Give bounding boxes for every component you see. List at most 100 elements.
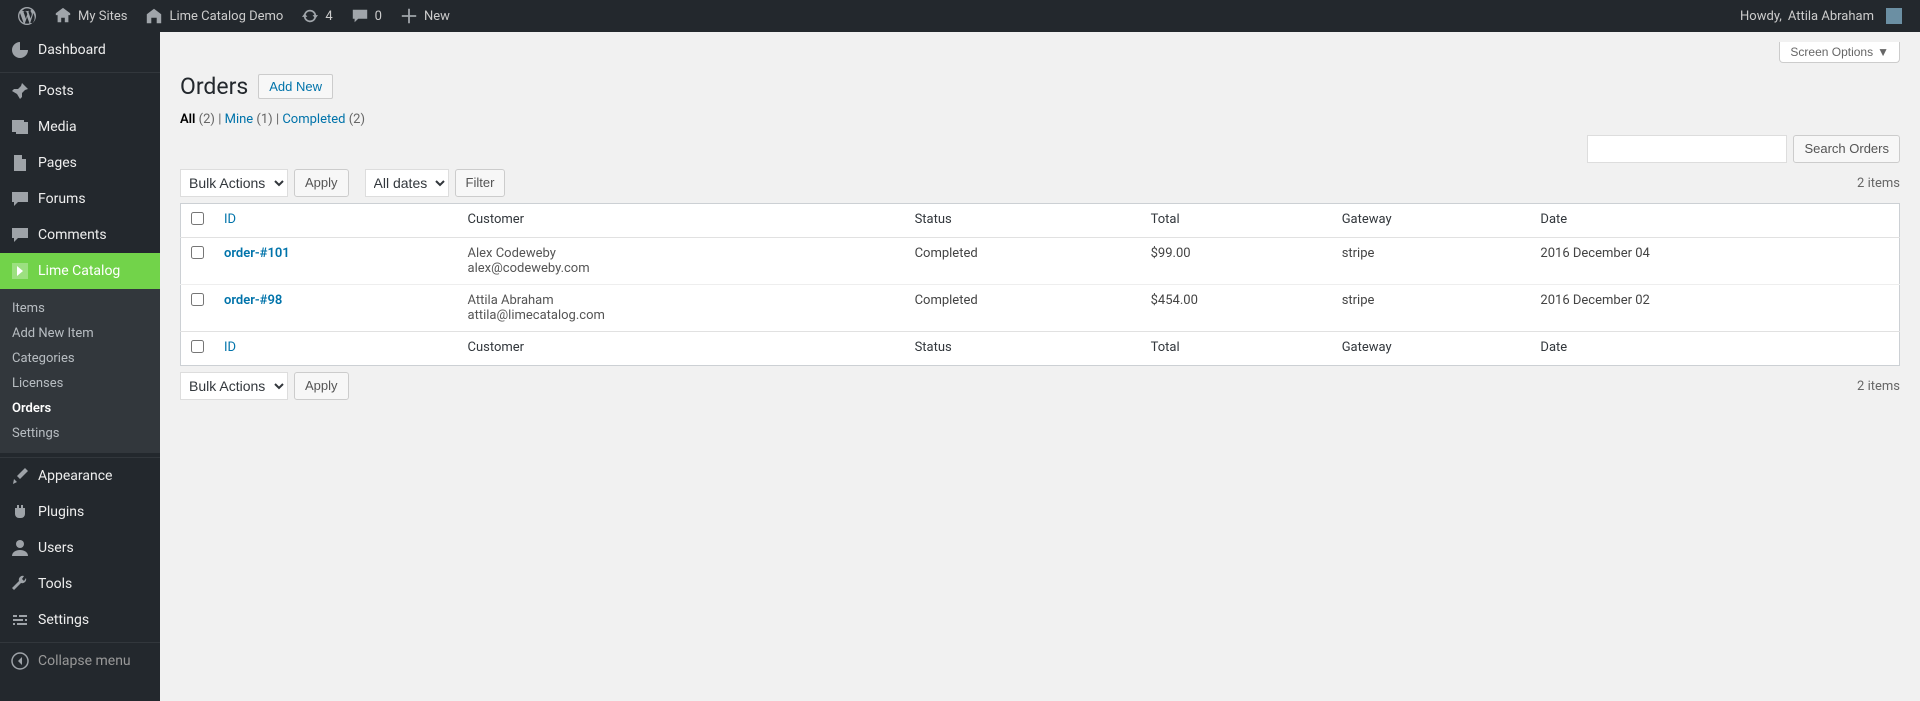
customer-email: alex@codeweby.com	[468, 261, 895, 276]
howdy-link[interactable]: Howdy, Attila Abraham	[1732, 0, 1910, 32]
sidebar-label: Tools	[38, 576, 72, 592]
heading-row: Orders Add New	[180, 73, 1900, 100]
col-id-link[interactable]: ID	[224, 340, 236, 355]
col-id[interactable]: ID	[214, 204, 458, 238]
col-status: Status	[905, 332, 1141, 366]
new-label: New	[424, 9, 450, 24]
col-id-link[interactable]: ID	[224, 212, 236, 227]
submenu-add-new-item[interactable]: Add New Item	[0, 321, 160, 346]
search-button[interactable]: Search Orders	[1793, 135, 1900, 163]
cell-date: 2016 December 02	[1530, 285, 1899, 332]
sidebar-item-settings[interactable]: Settings	[0, 602, 160, 638]
sidebar-item-tools[interactable]: Tools	[0, 566, 160, 602]
sidebar-label: Plugins	[38, 504, 84, 520]
sidebar-item-media[interactable]: Media	[0, 109, 160, 145]
updates-link[interactable]: 4	[293, 0, 340, 32]
sidebar-label: Pages	[38, 155, 77, 171]
avatar	[1886, 8, 1902, 24]
screen-options-row: Screen Options ▼	[180, 42, 1900, 63]
sidebar-label: Posts	[38, 83, 74, 99]
filter-mine[interactable]: Mine	[225, 112, 254, 127]
apply-button-bottom[interactable]: Apply	[294, 372, 349, 400]
tablenav-bottom-left: Bulk Actions Apply	[180, 372, 349, 400]
sidebar-item-plugins[interactable]: Plugins	[0, 494, 160, 530]
sidebar-item-users[interactable]: Users	[0, 530, 160, 566]
screen-options-button[interactable]: Screen Options ▼	[1779, 42, 1900, 63]
refresh-icon	[301, 7, 319, 25]
sidebar-item-forums[interactable]: Forums	[0, 181, 160, 217]
new-link[interactable]: New	[392, 0, 458, 32]
bulk-actions-select-top[interactable]: Bulk Actions	[180, 169, 288, 197]
search-input[interactable]	[1587, 135, 1787, 163]
col-date: Date	[1530, 204, 1899, 238]
content: Screen Options ▼ Orders Add New All (2) …	[160, 32, 1920, 426]
chevron-down-icon: ▼	[1877, 45, 1889, 59]
submenu-categories[interactable]: Categories	[0, 346, 160, 371]
sidebar-item-posts[interactable]: Posts	[0, 73, 160, 109]
tablenav-top: Bulk Actions Apply All dates Filter 2 it…	[180, 169, 1900, 197]
row-check-cell	[181, 285, 215, 332]
my-sites-link[interactable]: My Sites	[46, 0, 135, 32]
sidebar-item-collapse[interactable]: Collapse menu	[0, 643, 160, 679]
user-icon	[10, 538, 30, 558]
items-count-top: 2 items	[1857, 176, 1900, 191]
sidebar-label: Appearance	[38, 468, 112, 484]
order-id-link[interactable]: order-#98	[224, 293, 282, 308]
select-all-checkbox[interactable]	[191, 212, 204, 225]
row-checkbox[interactable]	[191, 293, 204, 306]
table-footer-row: ID Customer Status Total Gateway Date	[181, 332, 1900, 366]
cell-customer: Attila Abrahamattila@limecatalog.com	[458, 285, 905, 332]
comments-count: 0	[375, 9, 382, 24]
admin-bar: My Sites Lime Catalog Demo 4 0 New Howdy…	[0, 0, 1920, 32]
wrench-icon	[10, 574, 30, 594]
sidebar-item-appearance[interactable]: Appearance	[0, 458, 160, 494]
comments-link[interactable]: 0	[343, 0, 390, 32]
table-foot: ID Customer Status Total Gateway Date	[181, 332, 1900, 366]
wp-logo[interactable]	[10, 0, 44, 32]
media-icon	[10, 117, 30, 137]
cell-date: 2016 December 04	[1530, 238, 1899, 285]
filter-button[interactable]: Filter	[455, 169, 506, 197]
row-checkbox[interactable]	[191, 246, 204, 259]
sidebar-item-lime-catalog[interactable]: Lime Catalog	[0, 253, 160, 289]
cell-total: $454.00	[1141, 285, 1332, 332]
filter-all[interactable]: All	[180, 112, 195, 127]
col-gateway: Gateway	[1332, 332, 1531, 366]
comment-icon	[10, 225, 30, 245]
submenu-orders[interactable]: Orders	[0, 396, 160, 421]
sidebar-label: Lime Catalog	[38, 263, 120, 279]
col-id[interactable]: ID	[214, 332, 458, 366]
date-filter-select[interactable]: All dates	[365, 169, 449, 197]
filter-mine-count: (1)	[256, 112, 272, 127]
bulk-actions-select-bottom[interactable]: Bulk Actions	[180, 372, 288, 400]
select-all-header	[181, 204, 215, 238]
sidebar-item-pages[interactable]: Pages	[0, 145, 160, 181]
home-icon	[145, 7, 163, 25]
apply-button-top[interactable]: Apply	[294, 169, 349, 197]
sidebar-label: Settings	[38, 612, 89, 628]
sidebar-item-dashboard[interactable]: Dashboard	[0, 32, 160, 68]
filter-completed[interactable]: Completed	[282, 112, 345, 127]
sliders-icon	[10, 610, 30, 630]
howdy-prefix: Howdy,	[1740, 9, 1782, 24]
sidebar-label: Collapse menu	[38, 653, 131, 669]
table-row: order-#101 Alex Codewebyalex@codeweby.co…	[181, 238, 1900, 285]
sidebar-label: Comments	[38, 227, 107, 243]
submenu-settings[interactable]: Settings	[0, 421, 160, 446]
page-icon	[10, 153, 30, 173]
table-head: ID Customer Status Total Gateway Date	[181, 204, 1900, 238]
submenu-licenses[interactable]: Licenses	[0, 371, 160, 396]
table-body: order-#101 Alex Codewebyalex@codeweby.co…	[181, 238, 1900, 332]
col-total: Total	[1141, 332, 1332, 366]
items-count-bottom: 2 items	[1857, 379, 1900, 394]
site-name-link[interactable]: Lime Catalog Demo	[137, 0, 291, 32]
select-all-checkbox-bottom[interactable]	[191, 340, 204, 353]
admin-bar-left: My Sites Lime Catalog Demo 4 0 New	[10, 0, 458, 32]
table-header-row: ID Customer Status Total Gateway Date	[181, 204, 1900, 238]
sidebar-item-comments[interactable]: Comments	[0, 217, 160, 253]
submenu-items[interactable]: Items	[0, 296, 160, 321]
order-id-link[interactable]: order-#101	[224, 246, 290, 261]
col-date: Date	[1530, 332, 1899, 366]
table-row: order-#98 Attila Abrahamattila@limecatal…	[181, 285, 1900, 332]
add-new-button[interactable]: Add New	[258, 74, 333, 99]
